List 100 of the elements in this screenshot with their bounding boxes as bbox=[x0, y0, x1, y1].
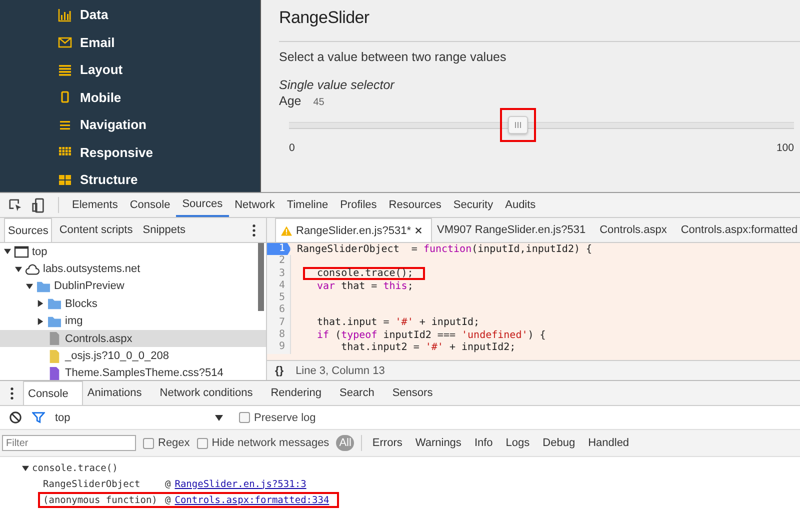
inspect-icon[interactable] bbox=[8, 198, 23, 212]
expanded-triangle-icon[interactable] bbox=[15, 266, 22, 273]
file-tree-item[interactable]: _osjs.js?10_0_0_208 bbox=[0, 347, 266, 365]
collapsed-triangle-icon[interactable] bbox=[37, 318, 44, 325]
editor-tab[interactable]: RangeSlider.en.js?531* bbox=[275, 218, 432, 242]
log-level-filter[interactable]: Handled bbox=[585, 435, 632, 451]
editor-tab[interactable]: Controls.aspx bbox=[594, 218, 676, 242]
at-sign: @ bbox=[165, 478, 171, 490]
log-level-filter[interactable]: Debug bbox=[540, 435, 578, 451]
filter-field[interactable]: Filter bbox=[2, 435, 136, 451]
slider-label: Age bbox=[279, 94, 302, 108]
line-number: 2 bbox=[267, 255, 291, 268]
sidebar-item[interactable]: Layout bbox=[58, 56, 123, 84]
context-dropdown[interactable]: top bbox=[55, 412, 229, 424]
stack-function-name: (anonymous function) bbox=[43, 494, 158, 506]
slider-value: 45 bbox=[313, 97, 324, 108]
frame-icon bbox=[14, 245, 29, 258]
line-number: 9 bbox=[267, 341, 291, 354]
device-icon[interactable] bbox=[31, 198, 46, 212]
document-icon bbox=[47, 332, 62, 346]
slider-handle[interactable] bbox=[500, 108, 536, 142]
code-line: that.input = '#' + inputId; bbox=[316, 316, 481, 330]
code-line: RangeSliderObject = function(inputId,inputId2) { bbox=[296, 243, 594, 256]
at-sign: @ bbox=[165, 494, 171, 506]
expanded-triangle-icon[interactable] bbox=[26, 282, 33, 290]
drawer-tab[interactable]: Network conditions bbox=[156, 381, 267, 405]
navigator-tab[interactable]: Sources bbox=[4, 218, 52, 242]
preserve-log-checkbox[interactable]: Preserve log bbox=[239, 412, 316, 424]
expanded-triangle-icon[interactable] bbox=[4, 248, 11, 256]
folder-icon bbox=[36, 280, 51, 293]
more-options-icon[interactable] bbox=[10, 386, 14, 400]
clear-console-icon[interactable] bbox=[9, 411, 22, 424]
sidebar-item[interactable]: Structure bbox=[58, 166, 138, 192]
sidebar-item[interactable]: Data bbox=[58, 1, 108, 28]
sidebar-item[interactable]: Email bbox=[58, 28, 115, 56]
line-number: 4 bbox=[267, 280, 291, 292]
regex-checkbox[interactable]: Regex bbox=[143, 437, 190, 449]
log-level-filter[interactable]: Warnings bbox=[412, 435, 464, 451]
log-level-filter[interactable]: Logs bbox=[502, 435, 533, 451]
page-title: RangeSlider bbox=[279, 7, 370, 29]
line-number: 8 bbox=[267, 329, 291, 342]
slider-max-label: 100 bbox=[776, 142, 794, 154]
cursor-position: Line 3, Column 13 bbox=[296, 364, 385, 376]
drawer-tab[interactable]: Console bbox=[23, 381, 84, 405]
line-number: 6 bbox=[267, 304, 291, 317]
filter-icon[interactable] bbox=[32, 411, 45, 424]
cloud-icon bbox=[25, 262, 40, 276]
file-tree-item[interactable]: Blocks bbox=[0, 295, 266, 313]
drawer-tab[interactable]: Search bbox=[335, 381, 388, 405]
line-number: 5 bbox=[267, 292, 291, 304]
sidebar-item[interactable]: Mobile bbox=[58, 84, 122, 111]
breakpoint-line-number: 1 bbox=[267, 243, 291, 256]
line-number: 3 bbox=[267, 268, 291, 280]
code-line: var that = this; bbox=[316, 280, 414, 293]
pretty-print-button[interactable]: {} bbox=[275, 364, 284, 376]
log-level-filter[interactable]: Info bbox=[471, 435, 496, 451]
file-tree-item[interactable]: DublinPreview bbox=[0, 278, 266, 296]
bar-chart-icon bbox=[58, 8, 72, 22]
more-options-icon[interactable] bbox=[252, 224, 256, 236]
devtools-tab[interactable]: Profiles bbox=[334, 193, 383, 217]
envelope-icon bbox=[58, 35, 72, 50]
devtools-tab[interactable]: Timeline bbox=[280, 193, 334, 217]
log-level-filter[interactable]: Errors bbox=[369, 435, 406, 451]
file-tree-item[interactable]: labs.outsystems.net bbox=[0, 260, 266, 278]
section-heading: Single value selector bbox=[279, 78, 396, 92]
drawer-tab[interactable]: Sensors bbox=[388, 381, 447, 405]
code-line: that.input2 = '#' + inputId2; bbox=[340, 341, 517, 354]
hide-network-checkbox[interactable]: Hide network messages bbox=[196, 437, 330, 449]
script-file-icon bbox=[47, 350, 62, 363]
folder-icon bbox=[47, 297, 62, 310]
dropdown-arrow-icon[interactable] bbox=[215, 414, 223, 420]
navigator-tab[interactable]: Snippets bbox=[140, 218, 189, 242]
scrollbar[interactable] bbox=[258, 243, 264, 311]
drawer-tab[interactable]: Animations bbox=[83, 381, 156, 405]
drawer-tab[interactable]: Rendering bbox=[266, 381, 336, 405]
source-link[interactable]: Controls.aspx:formatted:334 bbox=[174, 494, 330, 506]
page-description: Select a value between two range values bbox=[279, 50, 508, 64]
sidebar-item[interactable]: Responsive bbox=[58, 138, 153, 166]
line-number: 7 bbox=[267, 316, 291, 330]
file-tree-item[interactable]: top bbox=[0, 243, 266, 260]
sidebar-item[interactable]: Navigation bbox=[58, 111, 146, 138]
log-message: console.trace() bbox=[32, 462, 118, 474]
editor-tab[interactable]: Controls.aspx:formatted bbox=[676, 218, 800, 242]
source-link[interactable]: RangeSlider.en.js?531:3 bbox=[174, 478, 306, 490]
devtools-tab[interactable]: Resources bbox=[382, 193, 448, 217]
devtools-tab[interactable]: Network bbox=[228, 193, 281, 217]
file-tree-item[interactable]: img bbox=[0, 312, 266, 330]
devtools-tab[interactable]: Security bbox=[447, 193, 500, 217]
devtools-tab[interactable]: Elements bbox=[66, 193, 124, 217]
file-tree-item[interactable]: Theme.SamplesTheme.css?514 bbox=[0, 364, 266, 380]
file-tree-item[interactable]: Controls.aspx bbox=[0, 330, 266, 348]
editor-tab[interactable]: VM907 RangeSlider.en.js?531 bbox=[432, 218, 595, 242]
expanded-triangle-icon[interactable] bbox=[22, 464, 29, 472]
devtools-tab[interactable]: Console bbox=[124, 193, 176, 217]
stack-function-name: RangeSliderObject bbox=[43, 478, 142, 490]
navigator-tab[interactable]: Content scripts bbox=[56, 218, 136, 242]
devtools-tab[interactable]: Audits bbox=[499, 193, 542, 217]
close-icon[interactable] bbox=[414, 227, 422, 234]
collapsed-triangle-icon[interactable] bbox=[37, 300, 44, 308]
lines-icon bbox=[58, 62, 72, 77]
